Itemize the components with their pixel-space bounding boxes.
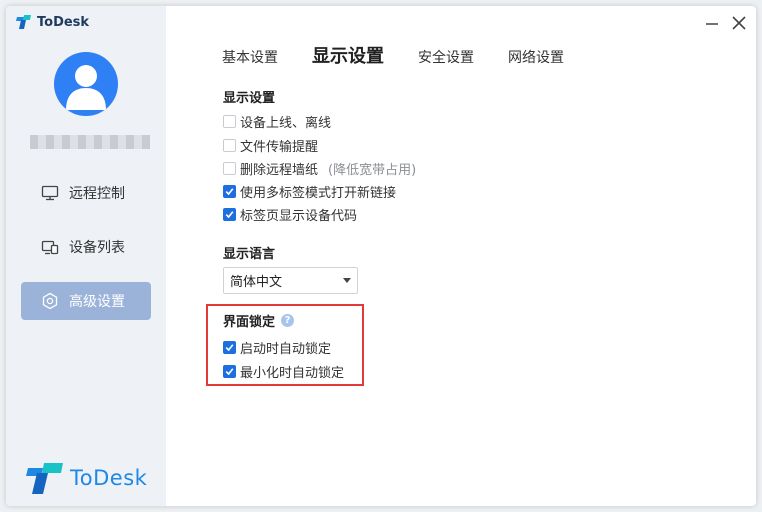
sidebar-item-label: 高级设置 [69, 294, 125, 310]
app-name: ToDesk [37, 14, 90, 30]
app-logo-top: ToDesk [16, 14, 89, 30]
option-tab-show-device-code[interactable]: 标签页显示设备代码 [223, 205, 357, 224]
app-name: ToDesk [70, 466, 148, 490]
tab-basic-settings[interactable]: 基本设置 [222, 47, 278, 67]
tab-display-settings[interactable]: 显示设置 [312, 42, 384, 68]
todesk-logo-icon [16, 15, 31, 29]
tab-security-settings[interactable]: 安全设置 [418, 47, 474, 67]
check-icon [225, 211, 234, 219]
highlight-box [206, 304, 364, 386]
todesk-window: ToDesk 远程控制 设备列表 高级设置 ToDesk 基本设置 显示设置 安… [6, 6, 756, 506]
minimize-icon[interactable] [704, 15, 720, 31]
check-icon [225, 188, 234, 196]
sidebar: ToDesk 远程控制 设备列表 高级设置 ToDesk [6, 6, 166, 506]
tab-network-settings[interactable]: 网络设置 [508, 47, 564, 67]
option-remove-remote-wallpaper[interactable]: 删除远程墙纸 (降低宽带占用) [223, 159, 416, 178]
option-label: 文件传输提醒 [240, 140, 319, 155]
sidebar-item-label: 远程控制 [69, 186, 125, 202]
app-logo-bottom: ToDesk [26, 461, 147, 495]
avatar[interactable] [54, 52, 118, 116]
username-redacted [30, 135, 150, 149]
sidebar-item-remote-control[interactable]: 远程控制 [21, 174, 151, 212]
checkbox-checked[interactable] [223, 185, 236, 198]
language-section-title: 显示语言 [223, 247, 276, 262]
option-multi-tab-mode[interactable]: 使用多标签模式打开新链接 [223, 182, 396, 201]
user-icon [66, 65, 106, 110]
checkbox[interactable] [223, 139, 236, 152]
language-selected-value: 简体中文 [230, 275, 283, 290]
sidebar-item-device-list[interactable]: 设备列表 [21, 228, 151, 266]
option-label: 删除远程墙纸 [240, 163, 319, 178]
option-label: 使用多标签模式打开新链接 [240, 186, 397, 201]
todesk-logo-icon [26, 463, 63, 494]
option-file-transfer-reminder[interactable]: 文件传输提醒 [223, 136, 318, 155]
option-label: 设备上线、离线 [240, 116, 332, 131]
chevron-down-icon [343, 278, 351, 283]
gear-icon [41, 292, 59, 310]
checkbox-checked[interactable] [223, 208, 236, 221]
display-section-title: 显示设置 [223, 91, 276, 106]
close-icon[interactable] [731, 15, 747, 31]
sidebar-item-label: 设备列表 [69, 240, 125, 256]
option-label: 标签页显示设备代码 [240, 209, 358, 224]
checkbox[interactable] [223, 115, 236, 128]
monitor-icon [41, 184, 59, 202]
option-device-online-offline[interactable]: 设备上线、离线 [223, 112, 331, 131]
checkbox[interactable] [223, 162, 236, 175]
devices-icon [41, 238, 59, 256]
sidebar-item-advanced-settings[interactable]: 高级设置 [21, 282, 151, 320]
settings-tabs: 基本设置 显示设置 安全设置 网络设置 [222, 42, 598, 68]
option-note: (降低宽带占用) [328, 163, 417, 178]
language-select[interactable]: 简体中文 [223, 267, 358, 294]
